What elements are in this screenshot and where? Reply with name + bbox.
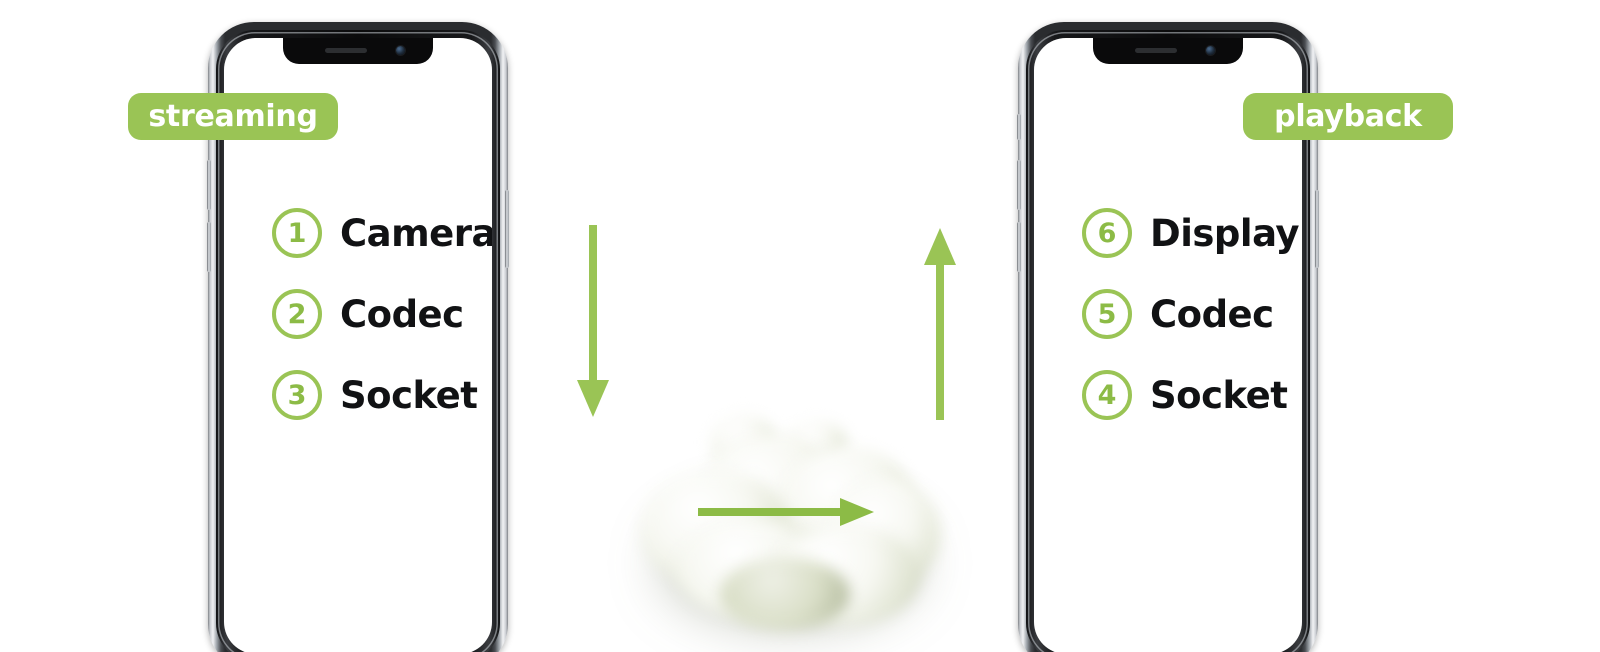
- earpiece-speaker-icon: [325, 48, 367, 53]
- step-number-badge: 6: [1082, 208, 1132, 258]
- arrow-up-icon: [920, 225, 960, 420]
- step-label: Codec: [340, 292, 464, 336]
- front-camera-icon: [1206, 46, 1215, 55]
- list-item[interactable]: 2 Codec: [272, 289, 492, 339]
- power-button[interactable]: [505, 190, 509, 268]
- volume-up-button[interactable]: [1017, 160, 1021, 210]
- list-item[interactable]: 6 Display: [1082, 208, 1300, 258]
- arrow-down-icon: [573, 225, 613, 420]
- notch: [1093, 38, 1243, 64]
- streaming-step-list: 1 Camera 2 Codec 3 Socket: [272, 208, 492, 420]
- step-number-badge: 3: [272, 370, 322, 420]
- step-number-badge: 1: [272, 208, 322, 258]
- cloud-icon: [620, 408, 950, 652]
- silent-switch-button[interactable]: [1017, 114, 1021, 140]
- step-label: Socket: [340, 373, 478, 417]
- earpiece-speaker-icon: [1135, 48, 1177, 53]
- cloud-puff: [720, 558, 850, 630]
- step-number-badge: 5: [1082, 289, 1132, 339]
- step-number-badge: 2: [272, 289, 322, 339]
- volume-up-button[interactable]: [207, 160, 211, 210]
- step-label: Camera: [340, 211, 492, 255]
- diagram-canvas: 1 Camera 2 Codec 3 Socket 6 Display 5 Co…: [0, 0, 1600, 652]
- step-label: Codec: [1150, 292, 1274, 336]
- playback-step-list: 6 Display 5 Codec 4 Socket: [1082, 208, 1300, 420]
- step-label: Display: [1150, 211, 1300, 255]
- power-button[interactable]: [1315, 190, 1319, 268]
- step-label: Socket: [1150, 373, 1288, 417]
- list-item[interactable]: 4 Socket: [1082, 370, 1299, 420]
- playback-badge: playback: [1243, 93, 1453, 140]
- front-camera-icon: [396, 46, 405, 55]
- volume-down-button[interactable]: [1017, 222, 1021, 272]
- volume-down-button[interactable]: [207, 222, 211, 272]
- step-number-badge: 4: [1082, 370, 1132, 420]
- arrow-right-icon: [698, 496, 878, 528]
- notch: [283, 38, 433, 64]
- streaming-badge: streaming: [128, 93, 338, 140]
- list-item[interactable]: 1 Camera: [272, 208, 492, 258]
- list-item[interactable]: 3 Socket: [272, 370, 492, 420]
- list-item[interactable]: 5 Codec: [1082, 289, 1299, 339]
